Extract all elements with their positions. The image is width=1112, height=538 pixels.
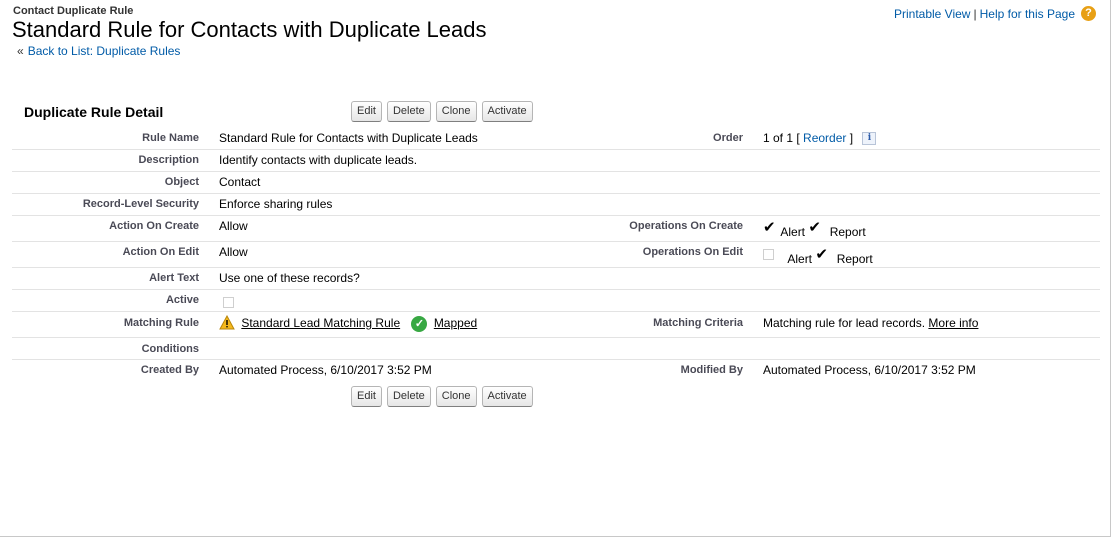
- order-label: Order: [713, 132, 743, 144]
- warning-icon: [219, 314, 235, 333]
- order-bracket: ]: [849, 131, 854, 145]
- help-icon[interactable]: ?: [1081, 6, 1096, 21]
- checkmark-icon: ✔: [808, 219, 821, 237]
- detail-row: Matching Rule Standard Lead Matching Rul…: [12, 312, 1100, 338]
- more-info-link[interactable]: More info: [928, 316, 978, 330]
- checkmark-icon: ✔: [815, 246, 828, 264]
- detail-row: Description Identify contacts with dupli…: [12, 150, 1100, 172]
- printable-view-link[interactable]: Printable View: [894, 7, 971, 21]
- alert-text-value: Use one of these records?: [219, 271, 360, 285]
- detail-row: Created By Automated Process, 6/10/2017 …: [12, 360, 1100, 382]
- modified-by-label: Modified By: [680, 364, 743, 376]
- record-level-security-label: Record-Level Security: [82, 198, 199, 210]
- activate-button[interactable]: Activate: [481, 101, 533, 122]
- page-title: Standard Rule for Contacts with Duplicat…: [12, 17, 487, 42]
- description-value: Identify contacts with duplicate leads.: [219, 153, 418, 167]
- operations-on-edit-value: Alert ✔ Report: [763, 247, 873, 266]
- object-label: Object: [164, 176, 199, 188]
- clone-button[interactable]: Clone: [435, 101, 477, 122]
- matching-rule-value: Standard Lead Matching Rule ✓ Mapped: [219, 314, 477, 333]
- matching-rule-link[interactable]: Standard Lead Matching Rule: [241, 316, 400, 330]
- rule-name-label: Rule Name: [142, 132, 199, 144]
- order-value: 1 of 1 [ Reorder ] i: [763, 131, 877, 146]
- action-on-edit-value: Allow: [219, 245, 248, 259]
- back-arrow-icon: «: [17, 44, 24, 58]
- alert-option-label: Alert: [787, 252, 813, 266]
- bottom-button-bar: Edit Delete Clone Activate: [351, 386, 533, 407]
- section-title: Duplicate Rule Detail: [24, 104, 164, 120]
- matching-rule-label: Matching Rule: [123, 317, 199, 329]
- report-option-label: Report: [836, 252, 873, 266]
- matching-criteria-text: Matching rule for lead records.: [763, 316, 926, 330]
- activate-button[interactable]: Activate: [481, 386, 533, 407]
- order-text: 1 of 1 [: [763, 131, 800, 145]
- detail-row: Action On Edit Allow Operations On Edit …: [12, 242, 1100, 268]
- operations-on-create-value: ✔ Alert ✔ Report: [763, 220, 866, 239]
- created-by-value: Automated Process, 6/10/2017 3:52 PM: [219, 363, 432, 377]
- record-level-security-value: Enforce sharing rules: [219, 197, 333, 211]
- rule-name-value: Standard Rule for Contacts with Duplicat…: [219, 131, 478, 145]
- delete-button[interactable]: Delete: [386, 386, 431, 407]
- record-type-label: Contact Duplicate Rule: [13, 5, 134, 17]
- detail-row: Alert Text Use one of these records?: [12, 268, 1100, 290]
- detail-row: Object Contact: [12, 172, 1100, 194]
- top-button-bar: Edit Delete Clone Activate: [351, 101, 533, 122]
- matching-criteria-label: Matching Criteria: [653, 317, 743, 329]
- operations-on-create-label: Operations On Create: [629, 220, 743, 232]
- created-by-label: Created By: [140, 364, 199, 376]
- active-checkbox: [223, 297, 234, 309]
- info-icon[interactable]: i: [862, 132, 877, 146]
- clone-button[interactable]: Clone: [435, 386, 477, 407]
- alert-option-label: Alert: [780, 225, 806, 239]
- check-circle-icon: ✓: [411, 316, 428, 332]
- conditions-label: Conditions: [141, 343, 199, 355]
- detail-row: Conditions: [12, 338, 1100, 360]
- edit-button[interactable]: Edit: [351, 101, 382, 122]
- active-label: Active: [165, 294, 199, 306]
- object-value: Contact: [219, 175, 261, 189]
- report-option-label: Report: [829, 225, 866, 239]
- checkmark-icon: ✔: [763, 219, 776, 237]
- detail-row: Active: [12, 290, 1100, 312]
- operations-on-edit-label: Operations On Edit: [642, 246, 743, 258]
- reorder-link[interactable]: Reorder: [803, 131, 846, 145]
- detail-row: Rule Name Standard Rule for Contacts wit…: [12, 128, 1100, 150]
- description-label: Description: [138, 154, 199, 166]
- edit-button[interactable]: Edit: [351, 386, 382, 407]
- matching-criteria-value: Matching rule for lead records. More inf…: [763, 316, 978, 330]
- back-to-list-link[interactable]: Back to List: Duplicate Rules: [28, 44, 181, 58]
- action-on-create-value: Allow: [219, 219, 248, 233]
- modified-by-value: Automated Process, 6/10/2017 3:52 PM: [763, 363, 976, 377]
- mapped-status-link[interactable]: Mapped: [434, 316, 477, 330]
- active-value: [223, 295, 234, 309]
- alert-text-label: Alert Text: [149, 272, 199, 284]
- unchecked-box: [763, 249, 774, 261]
- delete-button[interactable]: Delete: [386, 101, 431, 122]
- detail-row: Record-Level Security Enforce sharing ru…: [12, 194, 1100, 216]
- help-links: Printable View | Help for this Page ?: [894, 6, 1096, 21]
- detail-row: Action On Create Allow Operations On Cre…: [12, 216, 1100, 242]
- link-separator: |: [973, 6, 977, 21]
- action-on-edit-label: Action On Edit: [122, 246, 199, 258]
- action-on-create-label: Action On Create: [109, 220, 199, 232]
- breadcrumb: « Back to List: Duplicate Rules: [17, 44, 180, 58]
- detail-table: Rule Name Standard Rule for Contacts wit…: [12, 128, 1100, 382]
- help-for-page-link[interactable]: Help for this Page: [980, 7, 1075, 21]
